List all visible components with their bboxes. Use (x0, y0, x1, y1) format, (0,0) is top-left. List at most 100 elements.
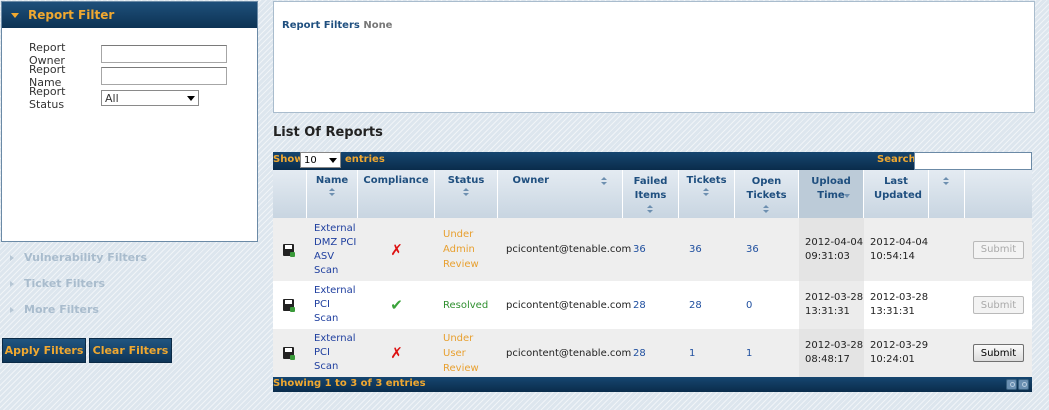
sort-icon (943, 177, 950, 186)
caret-right-icon (10, 306, 14, 313)
more-filters-toggle[interactable]: More Filters (10, 303, 99, 316)
open-tickets-link[interactable]: 36 (746, 218, 759, 281)
report-name-input[interactable] (101, 67, 227, 85)
failed-items-link[interactable]: 28 (633, 281, 646, 329)
column-header-failed-items-label: Failed Items (633, 176, 668, 201)
compliance-fail-icon: ✗ (390, 344, 403, 362)
upload-time-lines: 2012-04-04 09:31:03 (805, 236, 863, 264)
table-header-row: Name Compliance Status Owner Failed Item… (273, 170, 1032, 218)
page-title: List Of Reports (273, 125, 383, 140)
updated-clock: 10:54:14 (870, 250, 915, 262)
summary-label: Report Filters (282, 20, 360, 31)
table-row: External DMZ PCI ASV Scan ✗ Under Admin … (273, 218, 1032, 281)
ticket-filters-toggle[interactable]: Ticket Filters (10, 277, 105, 290)
upload-time-lines: 2012-03-28 08:48:17 (805, 339, 863, 367)
status-line: Review (443, 259, 479, 270)
report-name[interactable]: External DMZ PCI ASV Scan (314, 218, 358, 281)
last-updated-lines: 2012-03-29 10:24:01 (870, 339, 928, 367)
last-updated: 2012-03-28 13:31:31 (870, 281, 928, 329)
tickets-link[interactable]: 1 (689, 329, 695, 377)
ticket-filters-label: Ticket Filters (24, 277, 106, 290)
column-header-compliance-label: Compliance (363, 175, 429, 186)
failed-items-link[interactable]: 28 (633, 329, 646, 377)
report-name-line: External (314, 285, 356, 296)
caret-right-icon (10, 280, 14, 287)
sort-icon (647, 205, 654, 214)
report-status-select[interactable]: All (101, 90, 199, 106)
report-status-row: Report Status All (29, 85, 199, 111)
open-tickets-link[interactable]: 1 (746, 329, 752, 377)
report-owner-input[interactable] (101, 45, 227, 63)
status-lines: Under User Review (443, 331, 479, 376)
upload-time: 2012-04-04 09:31:03 (799, 218, 864, 281)
report-name-line: PCI (314, 347, 330, 358)
submit-cell: Submit (973, 218, 1024, 281)
entries-length-select[interactable]: 10 (300, 152, 341, 168)
table-footer: Showing 1 to 3 of 3 entries (273, 377, 1032, 392)
show-label: Show (273, 154, 304, 165)
submit-button[interactable]: Submit (973, 240, 1024, 259)
open-tickets-link[interactable]: 0 (746, 281, 752, 329)
updated-date: 2012-03-28 (870, 292, 929, 303)
upload-time-lines: 2012-03-28 13:31:31 (805, 291, 863, 319)
dropdown-arrow-icon (187, 95, 195, 101)
vulnerability-filters-toggle[interactable]: Vulnerability Filters (10, 251, 147, 264)
column-header-failed-items[interactable]: Failed Items (623, 170, 679, 218)
caret-right-icon (10, 254, 14, 261)
column-header-status-label: Status (447, 175, 485, 186)
column-header-upload-time[interactable]: Upload Time (799, 170, 864, 218)
vulnerability-filters-label: Vulnerability Filters (24, 251, 148, 264)
summary-value: None (363, 20, 393, 31)
report-status: Resolved (443, 299, 489, 311)
column-header-last-updated[interactable]: Last Updated (864, 170, 929, 218)
column-header-status[interactable]: Status (435, 170, 498, 218)
column-header-owner[interactable]: Owner (498, 170, 623, 218)
report-name-line: Scan (314, 361, 339, 372)
floppy-disk-icon[interactable] (283, 329, 295, 377)
status-lines: Under Admin Review (443, 227, 479, 272)
submit-button[interactable]: Submit (973, 344, 1024, 362)
floppy-disk-icon[interactable] (283, 281, 295, 329)
column-header-tickets[interactable]: Tickets (679, 170, 735, 218)
upload-time: 2012-03-28 08:48:17 (799, 329, 864, 377)
report-name[interactable]: External PCI Scan (314, 329, 358, 377)
column-header-open-tickets[interactable]: Open Tickets (735, 170, 799, 218)
status-line: Review (443, 362, 479, 374)
report-name[interactable]: External PCI Scan (314, 281, 358, 329)
column-header-extra[interactable] (929, 170, 965, 218)
report-filter-header[interactable]: Report Filter (2, 2, 257, 28)
last-updated: 2012-04-04 10:54:14 (870, 218, 928, 281)
report-status: Under Admin Review (443, 218, 498, 281)
column-header-compliance[interactable]: Compliance (358, 170, 435, 218)
report-filters-summary: Report Filters None (273, 1, 1035, 113)
failed-items-link[interactable]: 36 (633, 218, 646, 281)
table-toolbar: Show 10 entries Search: (273, 152, 1032, 170)
table-row: External PCI Scan ✔ Resolved pcicontent@… (273, 281, 1032, 329)
upload-clock: 09:31:03 (805, 250, 850, 262)
upload-clock: 08:48:17 (805, 354, 850, 365)
report-name-line: Scan (314, 264, 339, 276)
tickets-link[interactable]: 28 (689, 281, 702, 329)
column-header-owner-label: Owner (512, 175, 550, 186)
column-header-action (965, 170, 1032, 218)
report-name-line: PCI (314, 299, 330, 310)
report-filter-panel: Report Filter Report Owner Report Name R… (1, 1, 258, 242)
report-name-line: Scan (314, 313, 339, 324)
next-page-icon[interactable] (1018, 379, 1029, 390)
search-input[interactable] (914, 152, 1032, 170)
tickets-link[interactable]: 36 (689, 218, 702, 281)
column-header-tickets-label: Tickets (686, 175, 727, 186)
report-status-value: All (105, 91, 119, 105)
previous-page-icon[interactable] (1006, 379, 1017, 390)
submit-button[interactable]: Submit (973, 296, 1024, 314)
upload-time: 2012-03-28 13:31:31 (799, 281, 864, 329)
floppy-disk-icon[interactable] (283, 218, 295, 281)
apply-filters-button[interactable]: Apply Filters (2, 338, 86, 363)
submit-cell: Submit (973, 281, 1024, 329)
updated-date: 2012-04-04 (870, 236, 929, 248)
clear-filters-button[interactable]: Clear Filters (89, 338, 172, 363)
report-status: Under User Review (443, 329, 498, 377)
upload-date: 2012-03-28 (805, 340, 864, 351)
report-filter-title: Report Filter (28, 8, 115, 22)
column-header-name[interactable]: Name (307, 170, 358, 218)
